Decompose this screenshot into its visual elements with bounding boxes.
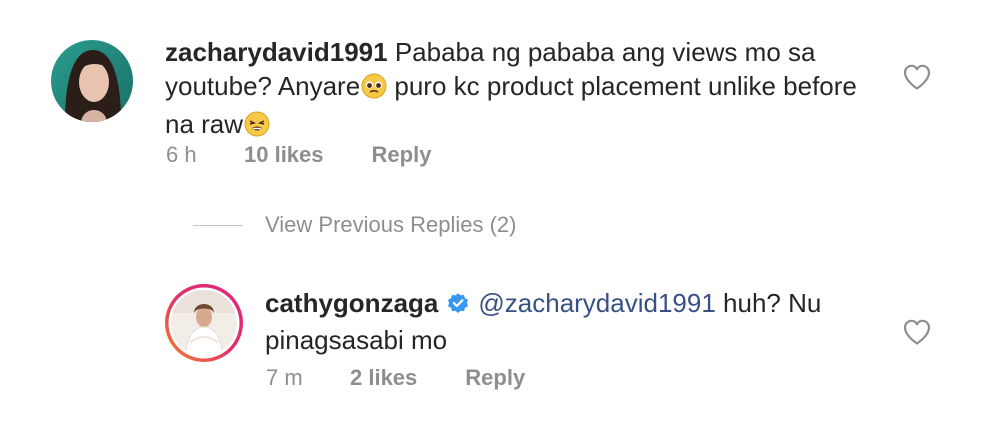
heart-outline-icon [903, 64, 931, 90]
like-comment-button[interactable] [902, 63, 932, 91]
replies-divider-line [193, 224, 243, 226]
reply-reply-button[interactable]: Reply [465, 365, 525, 391]
commenter-username[interactable]: zacharydavid1991 [165, 37, 388, 67]
reply-meta: 7 m 2 likes Reply [266, 365, 525, 391]
view-previous-replies-label[interactable]: View Previous Replies (2) [265, 212, 516, 238]
verified-badge-icon [446, 289, 470, 323]
comment-likes-count[interactable]: 10 likes [244, 142, 324, 168]
replier-avatar[interactable] [164, 283, 244, 363]
comment-timestamp: 6 h [166, 142, 197, 167]
reply-timestamp: 7 m [266, 365, 303, 390]
reply-likes-count[interactable]: 2 likes [350, 365, 417, 391]
tired-face-emoji [244, 111, 270, 145]
comment-text: zacharydavid1991 Pababa ng pababa ang vi… [165, 35, 875, 145]
replier-username[interactable]: cathygonzaga [265, 288, 438, 318]
reply-text: cathygonzaga @zacharydavid1991 huh? Nu pi… [265, 286, 865, 357]
pleading-face-emoji [361, 73, 387, 107]
commenter-avatar[interactable] [51, 40, 133, 122]
comment-meta: 6 h 10 likes Reply [166, 142, 431, 168]
reply-mention-link[interactable]: @zacharydavid1991 [478, 288, 715, 318]
comment-reply-button[interactable]: Reply [372, 142, 432, 168]
heart-outline-icon [903, 319, 931, 345]
like-reply-button[interactable] [902, 318, 932, 346]
view-previous-replies[interactable]: View Previous Replies (2) [193, 212, 516, 238]
